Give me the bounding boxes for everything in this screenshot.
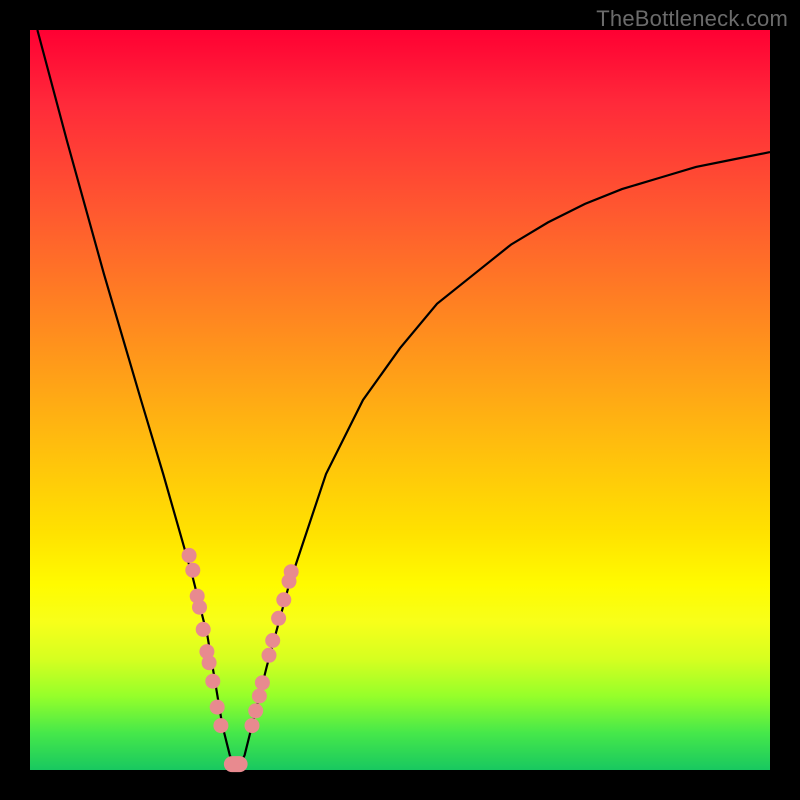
dots-group bbox=[182, 548, 299, 733]
watermark-text: TheBottleneck.com bbox=[596, 6, 788, 32]
chart-svg bbox=[30, 30, 770, 770]
data-point bbox=[255, 675, 270, 690]
plot-area bbox=[30, 30, 770, 770]
data-point bbox=[192, 600, 207, 615]
data-point bbox=[271, 611, 286, 626]
data-point bbox=[252, 689, 267, 704]
trough-marker bbox=[224, 756, 248, 772]
data-point bbox=[262, 648, 277, 663]
bottleneck-curve bbox=[37, 30, 770, 770]
data-point bbox=[213, 718, 228, 733]
data-point bbox=[284, 564, 299, 579]
data-point bbox=[182, 548, 197, 563]
data-point bbox=[185, 563, 200, 578]
data-point bbox=[202, 655, 217, 670]
data-point bbox=[265, 633, 280, 648]
curve-group bbox=[37, 30, 770, 770]
pill-group bbox=[224, 756, 248, 772]
chart-frame: TheBottleneck.com bbox=[0, 0, 800, 800]
data-point bbox=[248, 703, 263, 718]
data-point bbox=[210, 700, 225, 715]
data-point bbox=[276, 592, 291, 607]
data-point bbox=[205, 674, 220, 689]
data-point bbox=[245, 718, 260, 733]
data-point bbox=[196, 622, 211, 637]
